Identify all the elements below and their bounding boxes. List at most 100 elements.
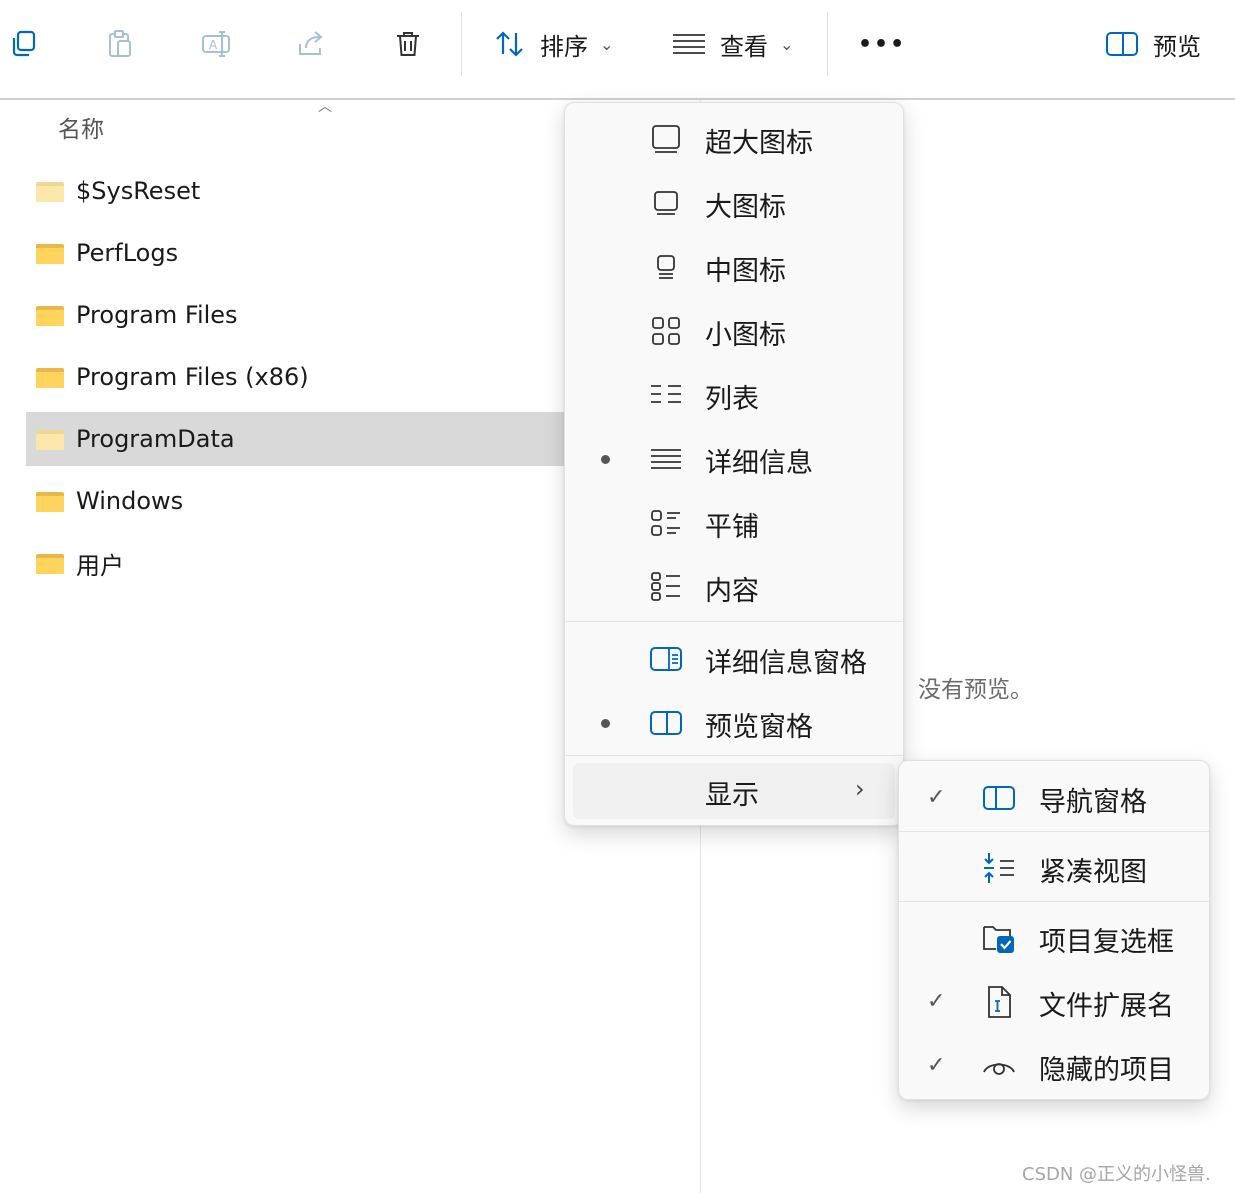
submenu-item-navigation-pane[interactable]: ✓ 导航窗格	[899, 767, 1209, 829]
folder-icon	[36, 428, 64, 450]
details-icon	[649, 443, 683, 475]
folder-icon	[36, 490, 64, 512]
submenu-item-label: 隐藏的项目	[1039, 1055, 1174, 1086]
menu-separator	[565, 755, 903, 756]
submenu-item-file-extensions[interactable]: ✓ 文件扩展名	[899, 971, 1209, 1033]
folder-icon	[36, 242, 64, 264]
list-icon	[649, 379, 683, 411]
sort-icon	[496, 31, 523, 57]
menu-item-label: 内容	[705, 576, 759, 607]
paste-icon[interactable]	[98, 22, 142, 66]
menu-item-label: 详细信息	[705, 448, 813, 479]
submenu-item-label: 项目复选框	[1039, 927, 1174, 958]
menu-item-content[interactable]: 内容	[565, 557, 903, 617]
svg-text:A: A	[209, 38, 218, 52]
item-checkboxes-icon	[981, 921, 1017, 955]
toolbar-separator	[827, 12, 828, 76]
selected-bullet-icon	[601, 455, 610, 464]
menu-separator	[565, 621, 903, 622]
checkmark-icon: ✓	[927, 785, 946, 810]
show-label: 显示	[705, 780, 759, 811]
more-icon: •••	[858, 31, 907, 57]
rename-icon[interactable]: A	[194, 22, 238, 66]
view-icon	[673, 34, 705, 54]
file-row[interactable]: 用户	[26, 536, 566, 590]
menu-item-preview-pane[interactable]: 预览窗格	[565, 693, 903, 753]
selected-bullet-icon	[601, 719, 610, 728]
menu-item-label: 小图标	[705, 320, 786, 351]
menu-item-label: 中图标	[705, 256, 786, 287]
menu-item-label: 超大图标	[705, 128, 813, 159]
menu-item-label: 详细信息窗格	[705, 648, 867, 679]
chevron-right-icon: ›	[855, 775, 865, 803]
folder-icon	[36, 552, 64, 574]
submenu-item-label: 文件扩展名	[1039, 991, 1174, 1022]
checkmark-icon: ✓	[927, 1053, 946, 1078]
menu-item-label: 列表	[705, 384, 759, 415]
menu-item-label: 预览窗格	[705, 712, 813, 743]
menu-item-tiles[interactable]: 平铺	[565, 493, 903, 553]
file-name: Program Files (x86)	[76, 363, 309, 391]
folder-icon	[36, 366, 64, 388]
large-icons-icon	[649, 187, 683, 219]
sort-button[interactable]: 排序 ⌄	[494, 20, 613, 68]
file-row[interactable]: ProgramData	[26, 412, 566, 466]
new-icon[interactable]	[2, 22, 46, 66]
submenu-item-label: 紧凑视图	[1039, 857, 1147, 888]
share-icon[interactable]	[290, 22, 334, 66]
folder-icon	[36, 180, 64, 202]
submenu-item-label: 导航窗格	[1039, 787, 1147, 818]
more-options-button[interactable]: •••	[858, 20, 906, 68]
small-icons-icon	[649, 315, 683, 347]
file-extensions-icon	[981, 985, 1017, 1019]
navigation-pane-icon	[981, 781, 1017, 815]
menu-item-small-icons[interactable]: 小图标	[565, 301, 903, 361]
file-name: 用户	[76, 551, 124, 580]
sort-label: 排序	[540, 32, 588, 61]
preview-pane-icon	[649, 707, 683, 739]
file-row[interactable]: Program Files (x86)	[26, 350, 566, 404]
submenu-item-compact-view[interactable]: 紧凑视图	[899, 837, 1209, 899]
menu-item-large-icons[interactable]: 大图标	[565, 173, 903, 233]
show-menu-item[interactable]: 显示 ›	[573, 763, 895, 819]
menu-item-label: 大图标	[705, 192, 786, 223]
menu-item-label: 平铺	[705, 512, 759, 543]
view-button[interactable]: 查看 ⌄	[672, 20, 793, 68]
file-name: Program Files	[76, 301, 238, 329]
chevron-down-icon: ⌄	[780, 34, 794, 54]
file-name: $SysReset	[76, 177, 201, 205]
preview-pane-icon	[1106, 32, 1138, 56]
file-row[interactable]: Program Files	[26, 288, 566, 342]
menu-item-details[interactable]: 详细信息	[565, 429, 903, 489]
sort-ascending-icon: ︿	[318, 99, 332, 115]
preview-label: 预览	[1153, 32, 1201, 61]
tiles-icon	[649, 507, 683, 539]
file-name: PerfLogs	[76, 239, 179, 267]
column-header-name[interactable]: 名称	[58, 110, 104, 144]
extra-large-icons-icon	[649, 123, 683, 155]
command-bar: A 排序 ⌄ 查看 ⌄ ••• 预览	[0, 0, 1235, 100]
menu-item-medium-icons[interactable]: 中图标	[565, 237, 903, 297]
submenu-item-hidden-items[interactable]: ✓ 隐藏的项目	[899, 1035, 1209, 1097]
menu-item-list[interactable]: 列表	[565, 365, 903, 425]
delete-icon[interactable]	[386, 22, 430, 66]
file-row[interactable]: $SysReset	[26, 164, 566, 218]
details-pane-icon	[649, 643, 683, 675]
watermark: CSDN @正义的小怪兽.	[1022, 1164, 1211, 1185]
menu-separator	[899, 901, 1209, 902]
medium-icons-icon	[649, 251, 683, 283]
view-label: 查看	[720, 32, 768, 61]
view-menu: 超大图标大图标中图标小图标列表详细信息平铺内容 详细信息窗格 预览窗格 显示 ›	[564, 102, 904, 826]
menu-item-details-pane[interactable]: 详细信息窗格	[565, 629, 903, 689]
file-name: ProgramData	[76, 425, 235, 453]
file-row[interactable]: Windows	[26, 474, 566, 528]
no-preview-message: 没有预览。	[918, 677, 1033, 703]
chevron-down-icon: ⌄	[600, 34, 614, 54]
preview-button[interactable]: 预览	[1105, 20, 1201, 68]
menu-item-extra-large-icons[interactable]: 超大图标	[565, 109, 903, 169]
menu-separator	[899, 831, 1209, 832]
hidden-items-icon	[981, 1049, 1017, 1083]
submenu-item-item-checkboxes[interactable]: 项目复选框	[899, 907, 1209, 969]
file-row[interactable]: PerfLogs	[26, 226, 566, 280]
content-icon	[649, 571, 683, 603]
